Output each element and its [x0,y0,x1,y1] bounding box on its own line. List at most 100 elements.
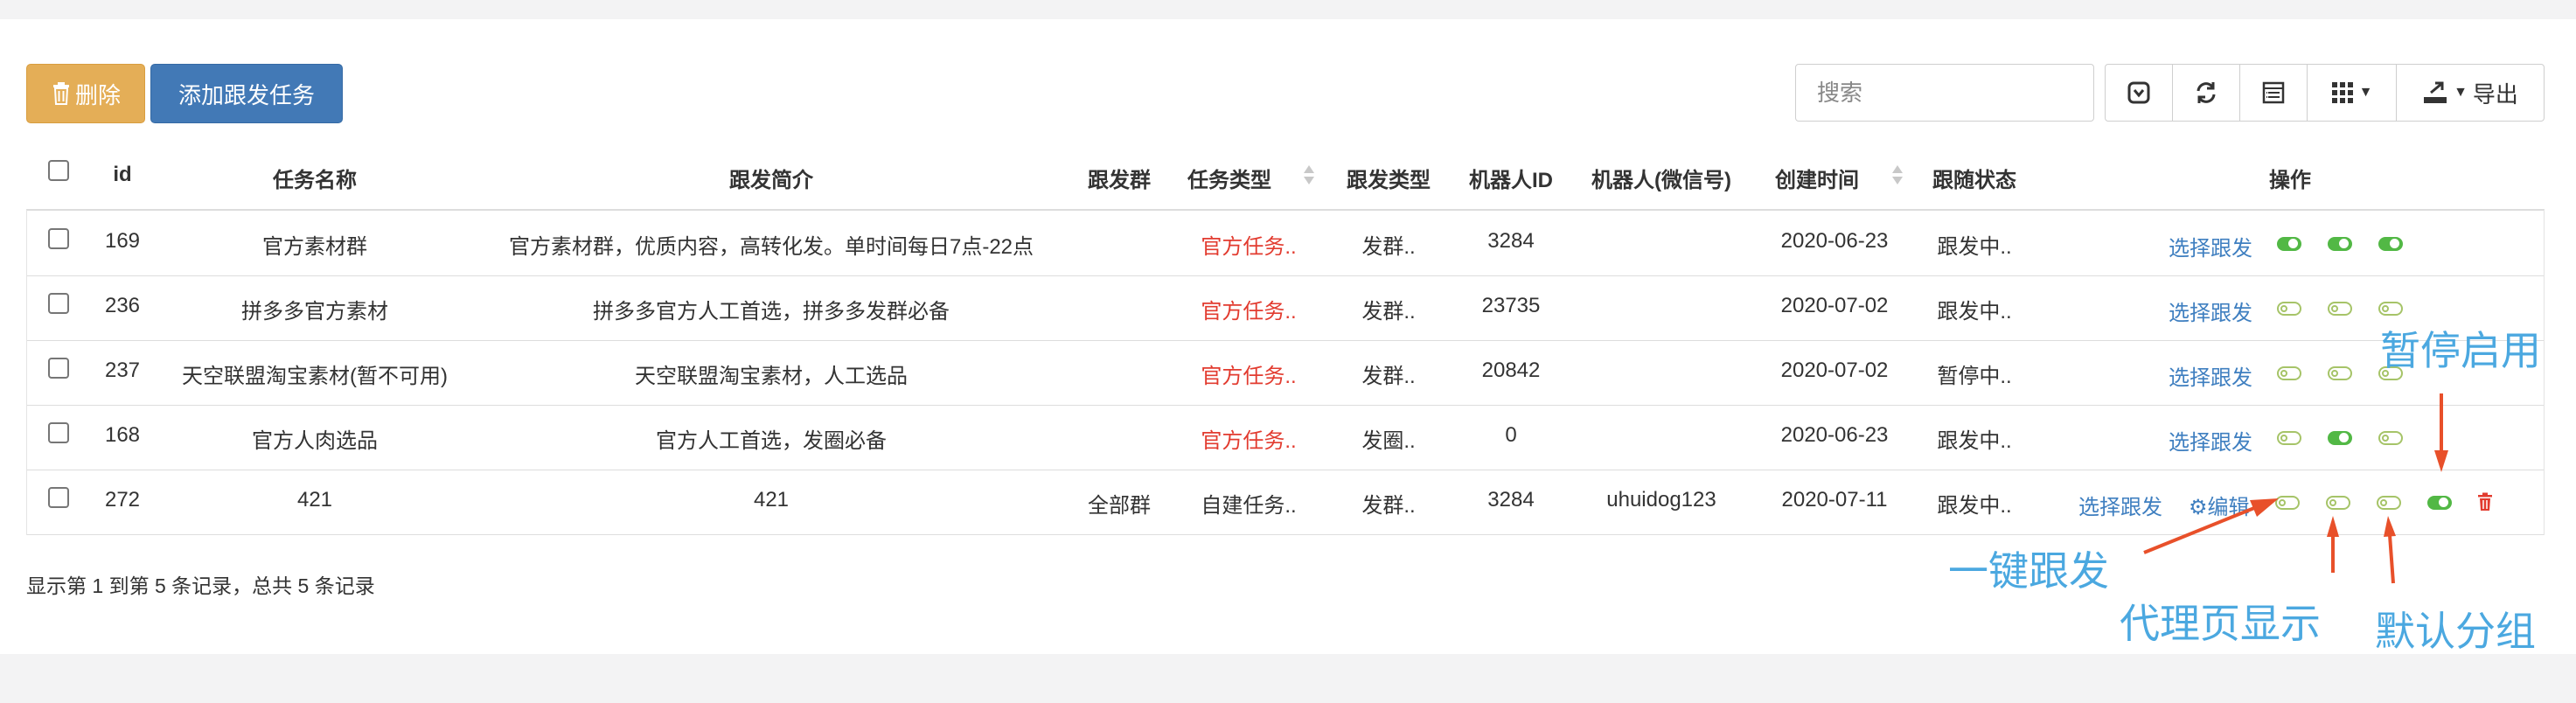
row-checkbox[interactable] [48,228,69,249]
row-checkbox[interactable] [48,422,69,443]
delete-row-trash-icon[interactable] [2476,492,2494,512]
cell-follow-type: 发群.. [1361,300,1416,324]
cell-robot-id: 3284 [1487,488,1535,512]
proxy-page-display-toggle[interactable] [2328,366,2352,380]
cell-created-time: 2020-07-02 [1780,294,1889,317]
sort-icon[interactable] [1891,164,1904,185]
pause-enable-toggle[interactable] [2427,496,2452,510]
default-group-toggle[interactable] [2378,302,2403,316]
default-group-toggle[interactable] [2378,431,2403,445]
select-follow-link[interactable]: 选择跟发 [2169,425,2252,456]
cell-task-name: 天空联盟淘宝素材(暂不可用) [182,365,448,388]
delete-button[interactable]: 删除 [26,64,145,123]
select-follow-link[interactable]: 选择跟发 [2078,490,2162,520]
edit-link[interactable]: ⚙编辑 [2189,490,2250,520]
gear-icon: ⚙ [2189,496,2208,519]
select-follow-link[interactable]: 选择跟发 [2169,296,2252,326]
cell-task-type: 自建任务.. [1201,494,1297,518]
cell-follow-intro: 拼多多官方人工首选，拼多多发群必备 [593,300,950,324]
sort-icon[interactable] [1303,164,1315,185]
list-view-button[interactable] [2239,64,2308,122]
cell-task-type: 官方任务.. [1201,300,1297,324]
default-group-toggle[interactable] [2377,496,2401,510]
header-follow-status[interactable]: 跟随状态 [1932,163,2016,193]
toggle-view-button[interactable] [2105,64,2173,122]
table-left-border [26,210,27,535]
cell-robot-id: 3284 [1487,229,1535,253]
columns-dropdown-button[interactable]: ▼ [2307,64,2397,122]
header-follow-group[interactable]: 跟发群 [1088,163,1151,193]
cell-robot-id: 0 [1505,423,1517,447]
row-divider [26,340,2545,341]
cell-robot-id: 23735 [1481,294,1541,317]
proxy-page-display-toggle[interactable] [2328,237,2352,251]
cell-follow-status: 跟发中.. [1937,300,2012,324]
header-id[interactable]: id [113,163,131,187]
cell-task-name: 拼多多官方素材 [241,300,388,324]
cell-follow-status: 跟发中.. [1937,429,2012,453]
row-checkbox[interactable] [48,293,69,314]
header-actions: 操作 [2269,169,2311,192]
delete-button-label: 删除 [74,81,121,108]
header-created-time[interactable]: 创建时间 [1775,163,1859,193]
one-click-follow-toggle[interactable] [2277,302,2301,316]
row-checkbox[interactable] [48,487,69,508]
toggle-view-icon [2127,81,2150,104]
header-robot-wechat[interactable]: 机器人(微信号) [1591,163,1731,193]
proxy-page-display-toggle[interactable] [2328,431,2352,445]
cell-id: 272 [104,488,141,512]
export-label: 导出 [2472,80,2518,108]
one-click-follow-toggle[interactable] [2277,431,2301,445]
header-robot-id[interactable]: 机器人ID [1469,163,1553,193]
header-task-type[interactable]: 任务类型 [1187,163,1271,193]
table-right-border [2544,210,2545,535]
cell-created-time: 2020-07-11 [1781,488,1888,512]
search-input[interactable] [1795,64,2094,122]
cell-task-type: 官方任务.. [1201,365,1297,388]
select-all-checkbox[interactable] [48,160,69,181]
cell-follow-status: 跟发中.. [1937,494,2012,518]
refresh-button[interactable] [2172,64,2240,122]
cell-created-time: 2020-07-02 [1780,358,1889,382]
header-follow-intro[interactable]: 跟发简介 [729,163,813,193]
select-follow-link[interactable]: 选择跟发 [2169,360,2252,391]
cell-task-name: 官方人肉选品 [252,429,378,453]
cell-task-type: 官方任务.. [1201,429,1297,453]
one-click-follow-toggle[interactable] [2275,496,2300,510]
row-checkbox[interactable] [48,358,69,379]
cell-follow-type: 发群.. [1361,494,1416,518]
cell-task-type: 官方任务.. [1201,235,1297,259]
cell-follow-type: 发圈.. [1361,429,1416,453]
edit-link-label: 编辑 [2207,496,2250,519]
export-button[interactable]: ▼ 导出 [2396,64,2545,122]
annotation-default-group: 默认分组 [2375,609,2536,654]
select-follow-link[interactable]: 选择跟发 [2169,231,2252,261]
chevron-down-icon: ▼ [2358,85,2373,100]
one-click-follow-toggle[interactable] [2277,366,2301,380]
refresh-icon [2197,82,2216,103]
cell-robot-wechat: uhuidog123 [1606,488,1716,512]
pagination-summary: 显示第 1 到第 5 条记录，总共 5 条记录 [26,574,375,597]
row-divider [26,275,2545,276]
header-follow-type[interactable]: 跟发类型 [1347,163,1431,193]
cell-id: 168 [104,423,141,447]
proxy-page-display-toggle[interactable] [2326,496,2350,510]
annotation-one-click-follow: 一键跟发 [1948,548,2109,594]
add-follow-task-label: 添加跟发任务 [178,81,315,108]
cell-follow-status: 跟发中.. [1937,235,2012,259]
cell-follow-intro: 官方人工首选，发圈必备 [656,429,887,453]
cell-robot-id: 20842 [1481,358,1541,382]
cell-created-time: 2020-06-23 [1780,229,1889,253]
table-toolbar: ▼ ▼ 导出 [2105,64,2545,122]
header-task-name[interactable]: 任务名称 [273,163,357,193]
cell-task-name: 421 [296,488,333,512]
annotation-proxy-page-display: 代理页显示 [2120,601,2321,646]
trash-icon [52,82,69,105]
one-click-follow-toggle[interactable] [2277,237,2301,251]
default-group-toggle[interactable] [2378,237,2403,251]
cell-follow-status: 暂停中.. [1937,365,2012,388]
proxy-page-display-toggle[interactable] [2328,302,2352,316]
list-icon [2262,81,2285,104]
add-follow-task-button[interactable]: 添加跟发任务 [150,64,343,123]
cell-task-name: 官方素材群 [262,235,367,259]
